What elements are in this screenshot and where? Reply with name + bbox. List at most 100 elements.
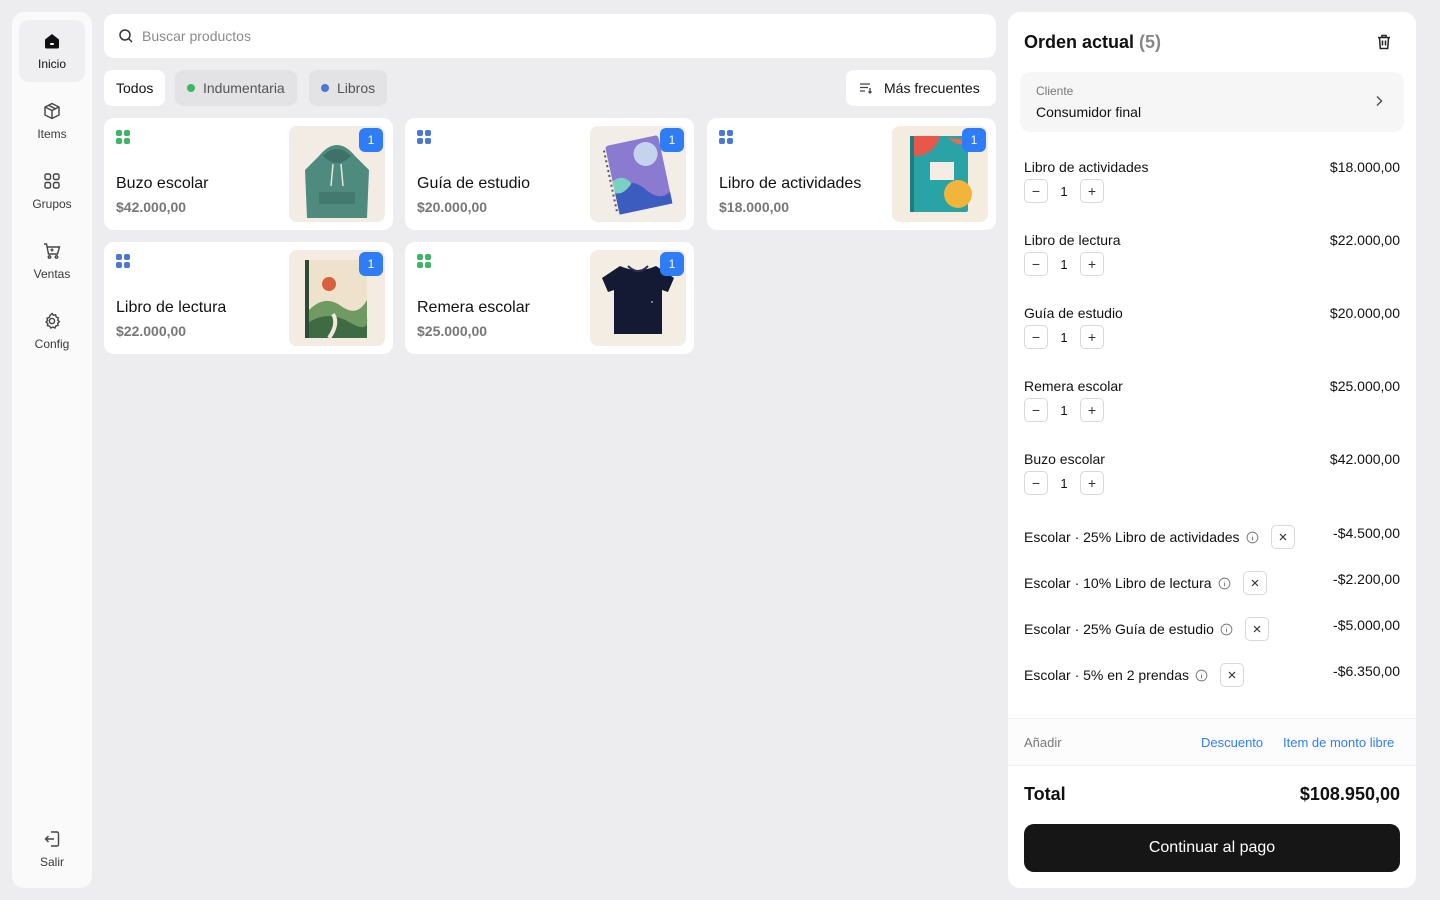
nav-label-config: Config	[34, 337, 70, 351]
customer-label: Cliente	[1036, 84, 1074, 98]
customer-selector[interactable]: Cliente Consumidor final	[1020, 72, 1404, 132]
product-price: $25.000,00	[417, 323, 488, 339]
logout-icon	[44, 831, 60, 847]
decrement-button[interactable]: −	[1024, 252, 1048, 276]
product-price: $20.000,00	[417, 199, 488, 215]
category-books-icon	[719, 130, 733, 144]
product-card-lectura[interactable]: Libro de lectura $22.000,00 1	[104, 242, 393, 354]
nav-item-items[interactable]: Items	[19, 90, 85, 152]
category-clothing-icon	[116, 130, 130, 144]
product-price: $42.000,00	[116, 199, 187, 215]
decrement-button[interactable]: −	[1024, 398, 1048, 422]
logout-button[interactable]: Salir	[19, 818, 85, 880]
nav-item-config[interactable]: Config	[19, 300, 85, 362]
sidebar: Inicio Items Grupos Ventas Config Salir	[12, 12, 92, 888]
cart-icon	[44, 243, 61, 259]
quantity-stepper: − 1 +	[1024, 179, 1104, 203]
order-line: Libro de actividades $18.000,00 − 1 +	[1024, 159, 1400, 219]
category-dot-books	[321, 84, 329, 92]
total-value: $108.950,00	[1299, 784, 1400, 804]
discount-label: Escolar · 5% en 2 prendas	[1024, 667, 1189, 683]
filter-books-label: Libros	[337, 80, 376, 96]
product-name: Guía de estudio	[417, 175, 530, 192]
decrement-button[interactable]: −	[1024, 471, 1048, 495]
search-input[interactable]	[142, 28, 996, 44]
line-qty: 1	[1060, 402, 1068, 418]
info-icon[interactable]	[1218, 577, 1231, 590]
home-icon	[45, 34, 59, 49]
discount-label: Escolar · 25% Libro de actividades	[1024, 529, 1240, 545]
line-price: $22.000,00	[1329, 232, 1400, 248]
product-name: Libro de lectura	[116, 299, 227, 316]
gear-icon	[45, 312, 61, 330]
order-title-text: Orden actual	[1024, 32, 1135, 52]
customer-value: Consumidor final	[1036, 104, 1142, 120]
category-books-icon	[417, 130, 431, 144]
order-title: Orden actual (5)	[1024, 32, 1161, 53]
nav-item-grupos[interactable]: Grupos	[19, 160, 85, 222]
add-discount-link[interactable]: Descuento	[1201, 735, 1263, 750]
discount-amount: -$2.200,00	[1333, 571, 1400, 587]
increment-button[interactable]: +	[1080, 252, 1104, 276]
line-name: Buzo escolar	[1024, 451, 1105, 467]
remove-discount-button[interactable]	[1270, 525, 1295, 549]
product-price: $18.000,00	[719, 199, 790, 215]
filter-books[interactable]: Libros	[309, 70, 388, 106]
remove-discount-button[interactable]	[1244, 617, 1269, 641]
search-icon	[119, 29, 133, 43]
discount-amount: -$5.000,00	[1333, 617, 1400, 633]
order-count: (5)	[1139, 32, 1162, 52]
remove-discount-button[interactable]	[1242, 571, 1267, 595]
decrement-button[interactable]: −	[1024, 179, 1048, 203]
product-qty-badge: 1	[359, 128, 383, 152]
category-dot-clothing	[187, 84, 195, 92]
total-label: Total	[1024, 784, 1066, 804]
sort-button[interactable]: Más frecuentes	[846, 70, 996, 106]
line-name: Libro de lectura	[1024, 232, 1121, 248]
order-panel: Orden actual (5) Cliente Consumidor fina…	[1008, 12, 1416, 888]
discount-label: Escolar · 25% Guía de estudio	[1024, 621, 1214, 637]
quantity-stepper: − 1 +	[1024, 471, 1104, 495]
order-line: Libro de lectura $22.000,00 − 1 +	[1024, 232, 1400, 292]
remove-discount-button[interactable]	[1219, 663, 1244, 687]
product-name: Remera escolar	[417, 299, 530, 316]
quantity-stepper: − 1 +	[1024, 252, 1104, 276]
line-price: $20.000,00	[1329, 305, 1400, 321]
info-icon[interactable]	[1246, 531, 1259, 544]
line-qty: 1	[1060, 329, 1068, 345]
filter-all[interactable]: Todos	[104, 70, 166, 106]
nav-item-inicio[interactable]: Inicio	[19, 20, 85, 82]
nav-item-ventas[interactable]: Ventas	[19, 230, 85, 292]
add-free-item-link[interactable]: Item de monto libre	[1283, 735, 1394, 750]
filter-clothing-label: Indumentaria	[203, 80, 285, 96]
search-bar[interactable]	[104, 14, 996, 58]
line-price: $42.000,00	[1329, 451, 1400, 467]
sort-label: Más frecuentes	[884, 80, 980, 96]
increment-button[interactable]: +	[1080, 471, 1104, 495]
filter-clothing[interactable]: Indumentaria	[175, 70, 297, 106]
increment-button[interactable]: +	[1080, 398, 1104, 422]
product-card-buzo[interactable]: Buzo escolar $42.000,00 1	[104, 118, 393, 230]
nav-label-items: Items	[37, 127, 67, 141]
info-icon[interactable]	[1220, 623, 1233, 636]
line-qty: 1	[1060, 475, 1068, 491]
product-card-actividades[interactable]: Libro de actividades $18.000,00 1	[707, 118, 996, 230]
product-card-remera[interactable]: Remera escolar $25.000,00 1	[405, 242, 694, 354]
discount-line: Escolar · 5% en 2 prendas -$6.350,00	[1024, 660, 1400, 687]
trash-icon[interactable]	[1374, 32, 1394, 52]
discount-amount: -$4.500,00	[1333, 525, 1400, 541]
continue-to-payment-button[interactable]: Continuar al pago	[1024, 824, 1400, 872]
product-name: Buzo escolar	[116, 175, 209, 192]
product-card-guia[interactable]: Guía de estudio $20.000,00 1	[405, 118, 694, 230]
decrement-button[interactable]: −	[1024, 325, 1048, 349]
sort-icon	[860, 83, 872, 94]
category-books-icon	[116, 254, 130, 268]
product-name: Libro de actividades	[719, 175, 862, 192]
logout-label: Salir	[39, 855, 64, 869]
increment-button[interactable]: +	[1080, 179, 1104, 203]
increment-button[interactable]: +	[1080, 325, 1104, 349]
box-icon	[44, 102, 60, 120]
product-qty-badge: 1	[962, 128, 986, 152]
discount-line: Escolar · 10% Libro de lectura -$2.200,0…	[1024, 568, 1400, 595]
info-icon[interactable]	[1195, 669, 1208, 682]
